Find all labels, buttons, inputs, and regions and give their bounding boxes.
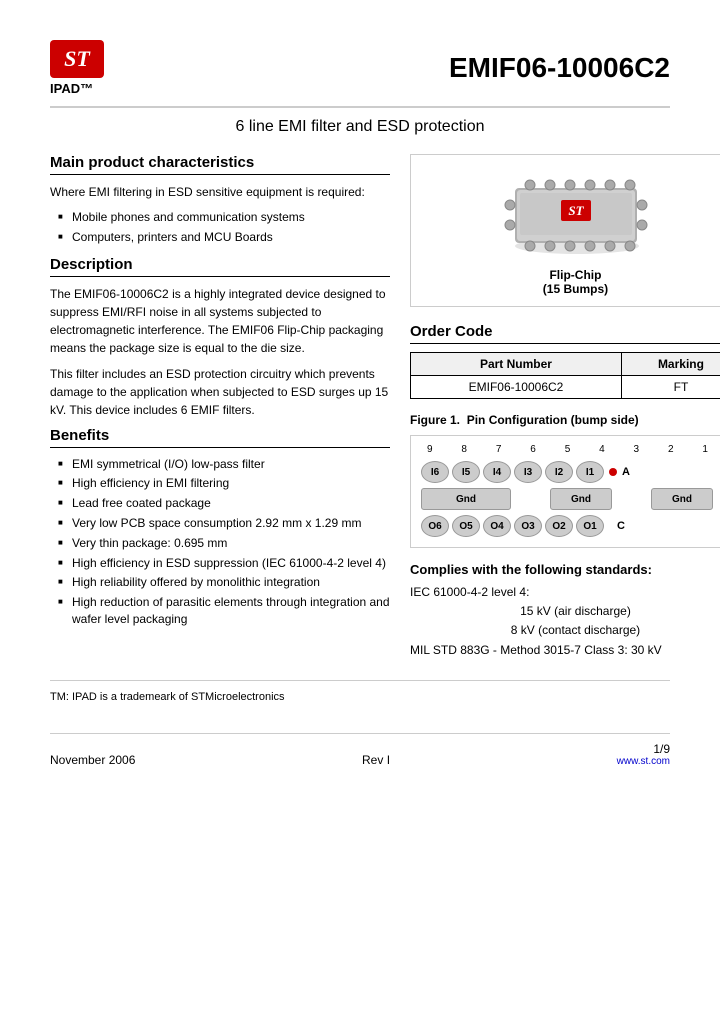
list-item: Mobile phones and communication systems — [58, 209, 390, 226]
col-num: 4 — [599, 444, 605, 455]
page: ST IPAD™ EMIF06-10006C2 6 line EMI filte… — [0, 0, 720, 1012]
left-column: Main product characteristics Where EMI f… — [50, 154, 390, 660]
description-para2: This filter includes an ESD protection c… — [50, 365, 390, 419]
main-char-list: Mobile phones and communication systems … — [50, 209, 390, 246]
subtitle: 6 line EMI filter and ESD protection — [50, 118, 670, 136]
right-column: ST — [410, 154, 720, 660]
order-part: EMIF06-10006C2 — [411, 376, 622, 399]
footer-divider — [50, 680, 670, 681]
order-col2-header: Marking — [621, 353, 720, 376]
st-logo: ST — [50, 40, 104, 78]
col-num: 7 — [496, 444, 502, 455]
gnd-cell-1: Gnd — [421, 488, 511, 510]
gnd-cell-3: Gnd — [651, 488, 713, 510]
main-char-title: Main product characteristics — [50, 154, 390, 175]
list-item: EMI symmetrical (I/O) low-pass filter — [58, 456, 390, 473]
chip-label: Flip-Chip (15 Bumps) — [543, 268, 608, 296]
complies-title: Complies with the following standards: — [410, 562, 720, 577]
order-col1-header: Part Number — [411, 353, 622, 376]
footer-date: November 2006 — [50, 753, 135, 767]
pin-config-title: Figure 1. Pin Configuration (bump side) — [410, 413, 720, 427]
pin-cell: O4 — [483, 515, 511, 537]
list-item: High efficiency in EMI filtering — [58, 475, 390, 492]
col-num: 6 — [530, 444, 536, 455]
order-table: Part Number Marking EMIF06-10006C2 FT — [410, 352, 720, 399]
pin-cell: I5 — [452, 461, 480, 483]
pin-cell: O1 — [576, 515, 604, 537]
svg-text:ST: ST — [569, 203, 585, 218]
chip-illustration: ST — [495, 170, 655, 260]
chip-image-area: ST — [410, 154, 720, 307]
pin-cell: I2 — [545, 461, 573, 483]
footer-website: www.st.com — [617, 756, 670, 767]
benefits-list: EMI symmetrical (I/O) low-pass filter Hi… — [50, 456, 390, 628]
pin-cell: I3 — [514, 461, 542, 483]
footer: November 2006 Rev I 1/9 www.st.com — [50, 733, 670, 767]
order-code-title: Order Code — [410, 323, 720, 344]
col-num: 9 — [427, 444, 433, 455]
description-title: Description — [50, 256, 390, 277]
table-row: EMIF06-10006C2 FT — [411, 376, 720, 399]
benefits-title: Benefits — [50, 427, 390, 448]
header: ST IPAD™ EMIF06-10006C2 — [50, 40, 670, 108]
pin-cell: I1 — [576, 461, 604, 483]
pin-grid-container: 9 8 7 6 5 4 3 2 1 I6 I5 I4 I3 I2 — [410, 435, 720, 548]
row-c-label: C — [617, 520, 625, 532]
col-num: 8 — [461, 444, 467, 455]
list-item: Computers, printers and MCU Boards — [58, 229, 390, 246]
gnd-cell-2: Gnd — [550, 488, 612, 510]
order-marking: FT — [621, 376, 720, 399]
pin-cell: O6 — [421, 515, 449, 537]
list-item: Lead free coated package — [58, 495, 390, 512]
pin-cell: I6 — [421, 461, 449, 483]
pin-cell: O5 — [452, 515, 480, 537]
row-a-label: A — [622, 466, 630, 478]
description-para1: The EMIF06-10006C2 is a highly integrate… — [50, 285, 390, 357]
ipad-label: IPAD™ — [50, 81, 104, 96]
complies-text: IEC 61000-4-2 level 4: 15 kV (air discha… — [410, 583, 720, 660]
order-code-section: Order Code Part Number Marking EMIF06-10… — [410, 323, 720, 399]
logo-area: ST IPAD™ — [50, 40, 104, 96]
logo-text: ST — [64, 46, 90, 72]
pin-cell: O2 — [545, 515, 573, 537]
pin-cell: I4 — [483, 461, 511, 483]
pin-cell: O3 — [514, 515, 542, 537]
list-item: High reduction of parasitic elements thr… — [58, 594, 390, 628]
list-item: Very low PCB space consumption 2.92 mm x… — [58, 515, 390, 532]
col-num: 2 — [668, 444, 674, 455]
complies-section: Complies with the following standards: I… — [410, 562, 720, 660]
col-num: 5 — [565, 444, 571, 455]
trademark-text: TM: IPAD is a trademeark of STMicroelect… — [50, 691, 670, 703]
list-item: High reliability offered by monolithic i… — [58, 574, 390, 591]
footer-rev: Rev I — [362, 753, 390, 767]
list-item: Very thin package: 0.695 mm — [58, 535, 390, 552]
main-char-intro: Where EMI filtering in ESD sensitive equ… — [50, 183, 390, 201]
part-number: EMIF06-10006C2 — [449, 52, 670, 84]
footer-page: 1/9 — [617, 742, 670, 756]
col-num: 1 — [702, 444, 708, 455]
list-item: High efficiency in ESD suppression (IEC … — [58, 555, 390, 572]
dot-red — [609, 468, 617, 476]
two-col-layout: Main product characteristics Where EMI f… — [50, 154, 670, 660]
col-num: 3 — [634, 444, 640, 455]
